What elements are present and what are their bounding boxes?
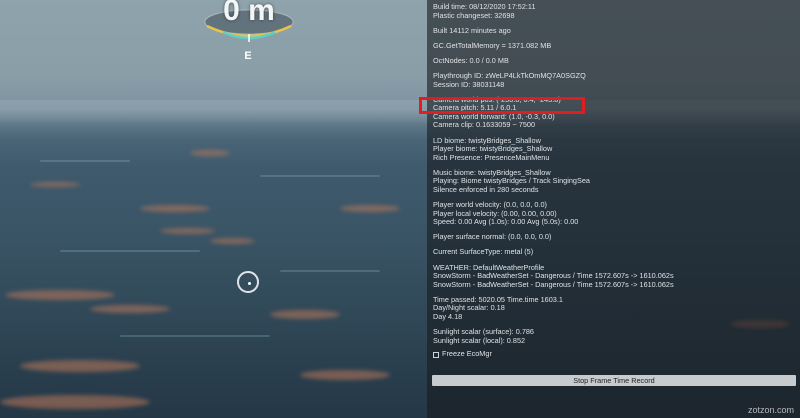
debug-line: Session ID: 38031148 [433,79,505,89]
water-glint [90,305,170,313]
debug-overlay-panel: Build time: 08/12/2020 17:52:11 Plastic c… [427,0,800,418]
debug-line: Player surface normal: (0.0, 0.0, 0.0) [433,232,552,242]
water-glint [30,182,80,187]
crosshair-dot [248,282,251,285]
freeze-checkbox[interactable] [433,351,439,358]
water-glint [20,360,140,372]
water-glint [140,205,210,212]
water-glint [300,370,390,380]
water-glint [0,395,150,409]
debug-line: SnowStorm - BadWeatherSet - Dangerous / … [433,279,674,289]
debug-line: Speed: 0.00 Avg (1.0s): 0.00 Avg (5.0s):… [433,217,579,227]
debug-lines: Build time: 08/12/2020 17:52:11 Plastic c… [433,2,800,345]
debug-line: OctNodes: 0.0 / 0.0 MB [433,55,509,65]
water-glint [190,150,230,156]
depth-gauge: 0 m [203,0,295,46]
debug-line: Day 4.18 [433,312,463,322]
freeze-label: Freeze EcoMgr [442,349,492,359]
water-glint [270,310,340,319]
stop-frame-time-record-button[interactable]: Stop Frame Time Record [432,375,796,386]
camera-pos-highlight [419,97,585,114]
watermark: zotzon.com [747,405,794,415]
debug-line: Rich Presence: PresenceMainMenu [433,152,550,162]
debug-line: Camera clip: 0.1633059 ~ 7500 [433,120,536,130]
water-glint [210,238,255,244]
depth-readout: 0 m [223,0,275,27]
debug-line: Built 14112 minutes ago [433,25,511,35]
compass-heading: E [244,50,252,62]
wave [40,160,130,162]
debug-line: Plastic changeset: 32698 [433,10,515,20]
wave [260,175,380,177]
wave [120,335,270,337]
debug-line: GC.GetTotalMemory = 1371.082 MB [433,40,552,50]
wave [280,270,380,272]
crosshair-icon [237,271,259,293]
debug-line: Sunlight scalar (local): 0.852 [433,335,526,345]
debug-line: Current SurfaceType: metal (5) [433,247,534,257]
water-glint [5,290,115,300]
freeze-ecomgr-toggle[interactable]: Freeze EcoMgr [433,350,800,359]
debug-line: Silence enforced in 280 seconds [433,185,539,194]
wave [60,250,200,252]
water-glint [340,205,400,212]
water-glint [160,228,215,234]
debug-line: Day/Night scalar: 0.18 [433,303,505,313]
